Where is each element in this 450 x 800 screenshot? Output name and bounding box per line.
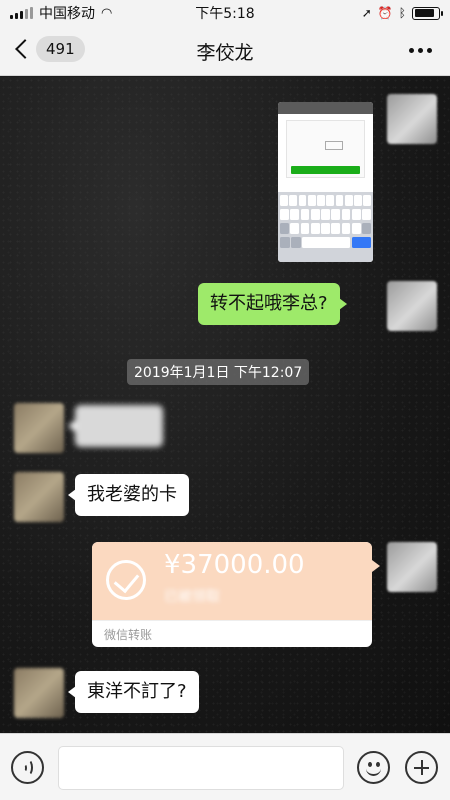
status-bar: 中国移动 ◠ 下午5:18 ➚ ⏰ ᛒ	[0, 0, 450, 26]
contact-avatar[interactable]	[14, 403, 64, 453]
transfer-amount: ¥37000.00	[164, 550, 305, 580]
add-button[interactable]	[405, 751, 438, 784]
input-bar	[0, 733, 450, 800]
voice-button[interactable]	[11, 751, 44, 784]
battery-icon	[412, 6, 443, 20]
chat-area[interactable]: 转不起哦李总? 2019年1月1日 下午12:07 我老婆的卡 ¥37000.0…	[0, 77, 450, 733]
sent-message-bubble[interactable]: 转不起哦李总?	[198, 283, 347, 325]
check-circle-icon	[106, 560, 146, 600]
contact-avatar[interactable]	[14, 472, 64, 522]
timestamp-label: 2019年1月1日 下午12:07	[127, 359, 310, 385]
chat-title: 李佼龙	[196, 42, 254, 64]
transfer-label: 微信转账	[92, 620, 372, 647]
more-button[interactable]	[409, 48, 432, 53]
received-message-bubble[interactable]: 東洋不訂了?	[68, 671, 199, 713]
more-dots-icon	[409, 48, 414, 53]
image-dialog	[286, 120, 365, 178]
transfer-status: 已被领取	[164, 589, 220, 605]
transfer-bubble-tail	[372, 560, 380, 572]
status-time: 下午5:18	[195, 6, 255, 22]
image-keyboard	[278, 192, 373, 262]
received-message-bubble[interactable]: 我老婆的卡	[68, 474, 189, 516]
my-avatar[interactable]	[387, 542, 437, 592]
chat-header: 491 李佼龙	[0, 26, 450, 76]
received-message-bubble[interactable]	[68, 405, 163, 447]
image-header	[278, 102, 373, 114]
my-avatar[interactable]	[387, 281, 437, 331]
contact-avatar[interactable]	[14, 668, 64, 718]
transfer-card[interactable]: ¥37000.00 已被领取 微信转账	[92, 542, 372, 647]
emoji-button[interactable]	[357, 751, 390, 784]
transfer-card-top: ¥37000.00 已被领取	[92, 542, 372, 620]
emoji-icon	[368, 762, 372, 767]
my-avatar[interactable]	[387, 94, 437, 144]
message-input[interactable]	[58, 746, 344, 790]
image-message[interactable]	[278, 102, 373, 262]
